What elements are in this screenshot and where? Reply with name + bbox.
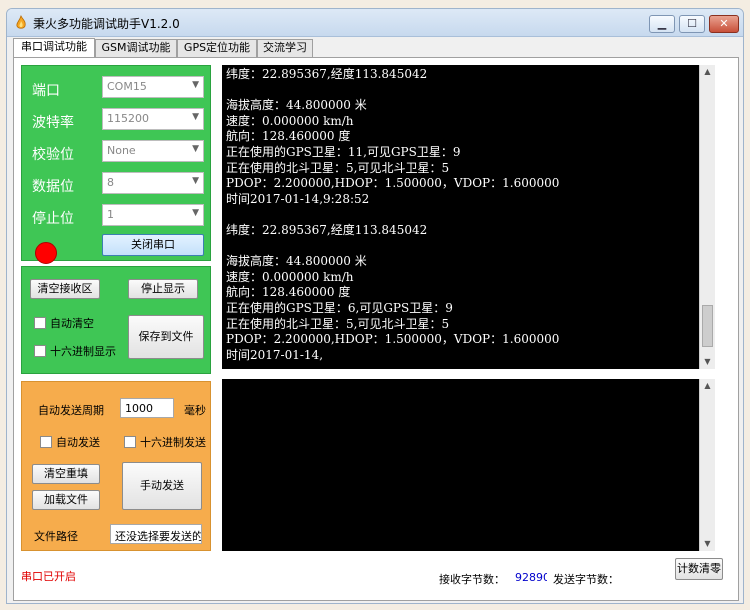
port-status-text: 串口已开启 [21,570,76,583]
send-period-input[interactable]: 1000 [120,398,174,418]
app-window: 秉火多功能调试助手V1.2.0 ▁ ☐ ✕ 串口调试功能 GSM调试功能 GPS… [6,8,744,604]
console-line: 时间2017-01-14,9:28:52 [226,191,370,206]
stop-display-button[interactable]: 停止显示 [128,279,198,299]
minimize-button[interactable]: ▁ [649,15,675,33]
scroll-up-icon[interactable]: ▲ [700,65,715,79]
file-path-label: 文件路径 [34,530,78,543]
chevron-down-icon: ▼ [192,80,199,90]
console-line: 速度：0.000000 km/h [226,113,354,128]
serial-settings-panel: 端口 COM15 ▼ 波特率 115200 ▼ 校验位 None ▼ 数据位 8 ▼ 停… [21,65,211,261]
console-line: 航向：128.460000 度 [226,129,351,144]
send-console[interactable] [222,379,699,551]
hex-send-checkbox[interactable]: 十六进制发送 [124,434,206,450]
console-line: PDOP：2.200000,HDOP：1.500000，VDOP：1.60000… [226,176,560,191]
auto-clear-checkbox[interactable]: 自动清空 [34,315,94,331]
hex-display-checkbox[interactable]: 十六进制显示 [34,343,116,359]
maximize-icon: ☐ [687,17,697,30]
scroll-down-icon[interactable]: ▼ [700,355,715,369]
chevron-down-icon: ▼ [192,176,199,186]
stopbits-select[interactable]: 1 ▼ [102,204,204,226]
parity-label: 校验位 [32,147,74,163]
send-period-label: 自动发送周期 [38,404,104,417]
checkbox-box [40,436,52,448]
console-line: PDOP：2.200000,HDOP：1.500000，VDOP：1.60000… [226,332,560,347]
port-select[interactable]: COM15 ▼ [102,76,204,98]
save-to-file-button[interactable]: 保存到文件 [128,315,204,359]
console-line: 正在使用的GPS卫星：11,可见GPS卫星：9 [226,144,461,159]
send-options-panel: 自动发送周期 1000 毫秒 自动发送 十六进制发送 清空重填 加载文件 手动发… [21,381,211,551]
window-title: 秉火多功能调试助手V1.2.0 [33,17,180,31]
checkbox-box [34,345,46,357]
port-label: 端口 [32,83,60,99]
file-path-input[interactable]: 还没选择要发送的文件 [110,524,202,544]
clear-refill-button[interactable]: 清空重填 [32,464,100,484]
console-line: 正在使用的北斗卫星：5,可见北斗卫星：5 [226,160,450,175]
checkbox-box [124,436,136,448]
stopbits-value: 1 [107,208,114,221]
baud-select[interactable]: 115200 ▼ [102,108,204,130]
scroll-up-icon[interactable]: ▲ [700,379,715,393]
receive-options-panel: 清空接收区 停止显示 自动清空 十六进制显示 保存到文件 [21,266,211,374]
send-scrollbar[interactable]: ▲ ▼ [699,379,715,551]
checkbox-box [34,317,46,329]
tx-bytes-label: 发送字节数： [553,573,619,586]
stopbits-label: 停止位 [32,211,74,227]
chevron-down-icon: ▼ [192,144,199,154]
databits-label: 数据位 [32,179,74,195]
load-file-button[interactable]: 加载文件 [32,490,100,510]
auto-send-checkbox[interactable]: 自动发送 [40,434,100,450]
close-icon: ✕ [719,17,729,30]
reset-count-button[interactable]: 计数清零 [675,558,723,580]
chevron-down-icon: ▼ [192,112,199,122]
receive-console[interactable]: 纬度：22.895367,经度113.845042 海拔高度：44.800000 … [222,65,699,369]
maximize-button[interactable]: ☐ [679,15,705,33]
console-line: 时间2017-01-14, [226,347,324,362]
databits-select[interactable]: 8 ▼ [102,172,204,194]
rx-bytes-label: 接收字节数： [439,573,505,586]
tab-gsm-debug[interactable]: GSM调试功能 [95,39,177,57]
parity-value: None [107,144,136,157]
tab-serial-debug[interactable]: 串口调试功能 [13,38,95,58]
hex-display-label: 十六进制显示 [50,345,116,358]
clear-receive-button[interactable]: 清空接收区 [30,279,100,299]
chevron-down-icon: ▼ [192,208,199,218]
console-line: 纬度：22.895367,经度113.845042 [226,222,428,237]
rx-bytes-value: 92890 [515,571,547,584]
scroll-thumb[interactable] [702,305,713,347]
parity-select[interactable]: None ▼ [102,140,204,162]
hex-send-label: 十六进制发送 [140,436,206,449]
receive-scrollbar[interactable]: ▲ ▼ [699,65,715,369]
tab-exchange-learning[interactable]: 交流学习 [257,39,313,57]
console-line: 海拔高度：44.800000 米 [226,98,367,113]
auto-clear-label: 自动清空 [50,317,94,330]
close-port-button[interactable]: 关闭串口 [102,234,204,256]
close-button[interactable]: ✕ [709,15,739,33]
console-line: 海拔高度：44.800000 米 [226,254,367,269]
send-period-unit: 毫秒 [184,404,206,417]
flame-app-icon [16,15,26,29]
console-line: 纬度：22.895367,经度113.845042 [226,67,428,81]
databits-value: 8 [107,176,114,189]
port-value: COM15 [107,80,147,93]
title-bar[interactable]: 秉火多功能调试助手V1.2.0 ▁ ☐ ✕ [7,9,743,37]
tab-gps-location[interactable]: GPS定位功能 [177,39,257,57]
auto-send-label: 自动发送 [56,436,100,449]
console-line: 正在使用的北斗卫星：5,可见北斗卫星：5 [226,316,450,331]
console-line: 航向：128.460000 度 [226,285,351,300]
port-status-led [35,242,57,264]
minimize-icon: ▁ [657,17,667,30]
baud-value: 115200 [107,112,149,125]
console-line: 速度：0.000000 km/h [226,269,354,284]
baud-label: 波特率 [32,115,74,131]
scroll-down-icon[interactable]: ▼ [700,537,715,551]
manual-send-button[interactable]: 手动发送 [122,462,202,510]
console-line: 正在使用的GPS卫星：6,可见GPS卫星：9 [226,300,453,315]
